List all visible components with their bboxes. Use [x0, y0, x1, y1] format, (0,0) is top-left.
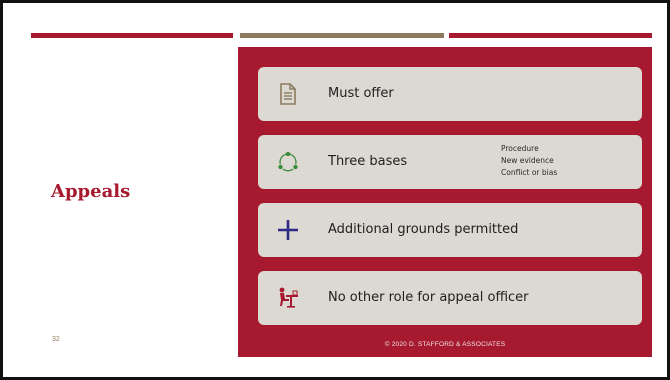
card-additional-grounds: Additional grounds permitted: [258, 203, 642, 257]
list-item: Procedure: [501, 144, 539, 153]
document-icon: [276, 82, 300, 106]
copyright-footer: © 2020 D. STAFFORD & ASSOCIATES: [384, 341, 506, 348]
list-item: Conflict or bias: [501, 168, 558, 177]
card-label: No other role for appeal officer: [328, 290, 529, 305]
bases-list: Procedure New evidence Conflict or bias: [501, 143, 557, 179]
plus-icon: [276, 218, 300, 242]
list-item: New evidence: [501, 156, 554, 165]
card-no-other-role: No other role for appeal officer: [258, 271, 642, 325]
top-divider-middle: [240, 33, 444, 38]
top-divider-right: [449, 33, 652, 38]
card-label: Three bases: [328, 154, 408, 169]
desk-person-icon: [276, 286, 300, 310]
slide: Appeals 32 Must offer Three bases Proced…: [0, 0, 670, 380]
cycle-icon: [276, 150, 300, 174]
top-divider-left: [31, 33, 233, 38]
slide-number: 32: [52, 336, 60, 343]
slide-title: Appeals: [51, 181, 131, 202]
content-panel: Must offer Three bases Procedure New evi…: [238, 47, 652, 357]
card-label: Additional grounds permitted: [328, 222, 519, 237]
card-label: Must offer: [328, 86, 394, 101]
card-three-bases: Three bases Procedure New evidence Confl…: [258, 135, 642, 189]
card-must-offer: Must offer: [258, 67, 642, 121]
